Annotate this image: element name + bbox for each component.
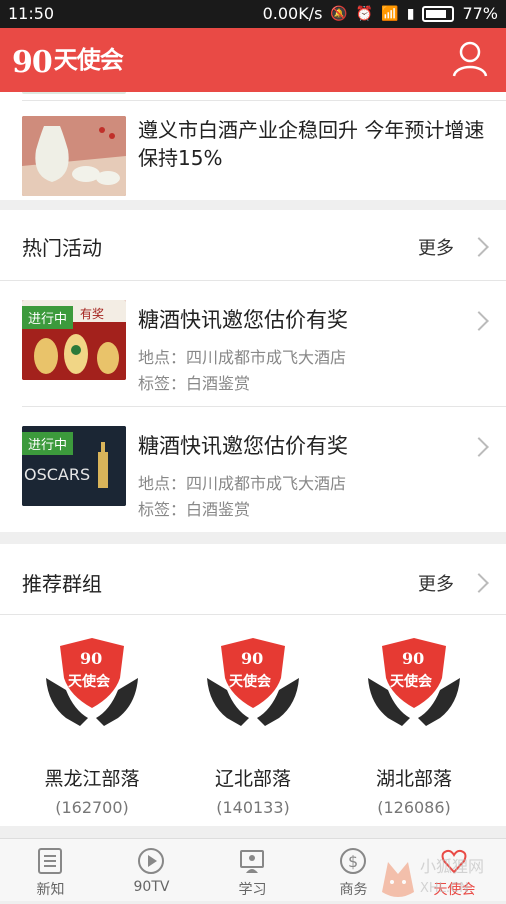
news-divider xyxy=(22,100,506,101)
watermark-text: 小狐狸网 xyxy=(420,857,484,876)
hot-events-title: 热门活动 xyxy=(22,236,102,260)
svg-text:90: 90 xyxy=(80,649,102,668)
chevron-right-icon[interactable] xyxy=(469,311,489,331)
event-thumb[interactable]: OSCARS 进行中 xyxy=(22,426,126,506)
group-list: 90 天使会 黑龙江部落 (162700) 90 天使会 辽北部落 (14013… xyxy=(0,634,506,834)
event-tag: 标签：白酒鉴赏 xyxy=(138,374,251,393)
battery-percent: 77% xyxy=(462,4,498,23)
groups-section: 推荐群组 更多 90 天使会 黑龙江部落 (162700) 90 天使会 辽北部… xyxy=(0,544,506,826)
wifi-icon: 📶 xyxy=(381,5,399,22)
group-count: (140133) xyxy=(216,798,290,817)
event-thumb[interactable]: 有奖 进行中 xyxy=(22,300,126,380)
svg-text:天使会: 天使会 xyxy=(390,673,433,690)
news-title[interactable]: 遵义市白酒产业企稳回升 今年预计增速保持15% xyxy=(138,116,488,172)
event-location: 地点：四川成都市成飞大酒店 xyxy=(138,474,347,493)
status-bar: 11:50 0.00K/s 🔕 ⏰ 📶 ▮ 77% xyxy=(0,0,506,28)
hot-events-section: 热门活动 更多 有奖 进行中 糖酒快讯邀您估价有奖 地点：四川成都市成飞大酒店 xyxy=(0,210,506,532)
status-right: 0.00K/s 🔕 ⏰ 📶 ▮ 77% xyxy=(263,4,498,23)
group-count: (162700) xyxy=(55,798,129,817)
tab-label: 新知 xyxy=(36,882,65,898)
svg-text:90: 90 xyxy=(241,649,263,668)
battery-icon xyxy=(422,5,455,22)
logo-number: 90 xyxy=(12,45,53,80)
group-name: 湖北部落 xyxy=(375,768,452,790)
svg-text:有奖: 有奖 xyxy=(80,307,104,321)
event-tag: 标签：白酒鉴赏 xyxy=(138,500,251,519)
status-badge: 进行中 xyxy=(22,432,74,455)
app-logo: 90天使会 xyxy=(12,40,124,80)
tab-study[interactable]: 学习 xyxy=(202,839,303,901)
tab-90tv[interactable]: 90TV xyxy=(101,839,202,901)
dollar-icon: $ xyxy=(340,848,366,874)
angel-group-icon: 90 天使会 xyxy=(207,638,299,726)
item-divider xyxy=(22,406,506,407)
status-time: 11:50 xyxy=(8,4,55,23)
hot-events-more-link[interactable]: 更多 xyxy=(418,234,454,260)
mute-icon: 🔕 xyxy=(330,5,348,22)
event-title[interactable]: 糖酒快讯邀您估价有奖 xyxy=(138,430,348,460)
main-content[interactable]: 遵义市白酒产业企稳回升 今年预计增速保持15% 热门活动 更多 有奖 进行中 糖… xyxy=(0,92,506,838)
group-name: 辽北部落 xyxy=(214,768,291,790)
alarm-icon: ⏰ xyxy=(355,5,374,22)
section-divider xyxy=(0,280,506,281)
angel-group-icon: 90 天使会 xyxy=(368,638,460,726)
group-count: (126086) xyxy=(377,798,451,817)
chevron-right-icon[interactable] xyxy=(469,437,489,457)
logo-text: 天使会 xyxy=(53,46,124,74)
groups-more-link[interactable]: 更多 xyxy=(418,570,454,596)
signal-icon: ▮ xyxy=(406,5,415,22)
tab-news[interactable]: 新知 xyxy=(0,839,101,901)
group-name: 黑龙江部落 xyxy=(44,768,140,790)
news-thumb-partial xyxy=(22,92,126,94)
fox-logo-icon: 小狐狸网 XHL.CN xyxy=(382,857,484,897)
chevron-right-icon[interactable] xyxy=(469,237,489,257)
watermark: 小狐狸网 XHL.CN xyxy=(378,848,506,900)
play-icon xyxy=(138,848,164,874)
tab-label: 90TV xyxy=(133,879,170,895)
svg-text:OSCARS: OSCARS xyxy=(24,465,90,484)
news-card: 遵义市白酒产业企稳回升 今年预计增速保持15% xyxy=(0,92,506,200)
event-location: 地点：四川成都市成飞大酒店 xyxy=(138,348,347,367)
groups-title: 推荐群组 xyxy=(22,572,102,596)
angel-group-icon: 90 天使会 xyxy=(46,638,138,726)
section-divider xyxy=(0,614,506,615)
status-badge: 进行中 xyxy=(22,306,74,329)
svg-text:天使会: 天使会 xyxy=(229,673,272,690)
chevron-right-icon[interactable] xyxy=(469,573,489,593)
network-speed: 0.00K/s xyxy=(262,4,323,23)
study-icon xyxy=(240,850,264,873)
news-icon xyxy=(38,848,62,874)
app-bar: 90天使会 xyxy=(0,28,506,92)
svg-text:90: 90 xyxy=(402,649,424,668)
news-thumb[interactable] xyxy=(22,116,126,196)
event-title[interactable]: 糖酒快讯邀您估价有奖 xyxy=(138,304,348,334)
user-icon[interactable] xyxy=(450,38,490,78)
svg-text:天使会: 天使会 xyxy=(68,673,111,690)
svg-text:XHL.CN: XHL.CN xyxy=(420,881,469,896)
svg-text:$: $ xyxy=(348,852,358,871)
tab-label: 学习 xyxy=(238,882,267,898)
